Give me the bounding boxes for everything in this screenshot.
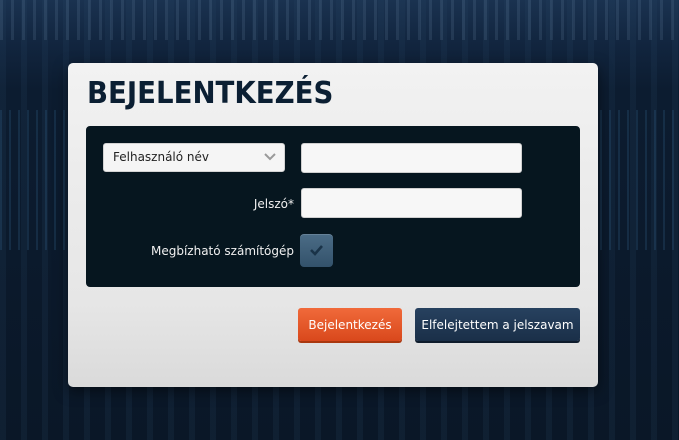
login-form-panel: Felhasználó név Jelszó* Megbízható számí… [86,126,580,287]
login-card: BEJELENTKEZÉS Felhasználó név Jelszó* Me… [68,63,598,387]
username-input[interactable] [301,143,522,173]
background-decoration-right [600,110,679,250]
username-type-selected: Felhasználó név [113,150,210,164]
background-strip [0,0,679,40]
chevron-down-icon [264,153,276,161]
page-title: BEJELENTKEZÉS [87,76,334,111]
login-button[interactable]: Bejelentkezés [298,308,402,341]
username-type-select[interactable]: Felhasználó név [103,143,285,172]
check-icon [310,245,323,256]
forgot-password-button[interactable]: Elfelejtettem a jelszavam [415,308,580,341]
password-input[interactable] [301,188,522,218]
password-label: Jelszó* [253,197,294,211]
trusted-computer-checkbox[interactable] [300,234,333,267]
trusted-computer-label: Megbízható számítógép [150,244,294,258]
